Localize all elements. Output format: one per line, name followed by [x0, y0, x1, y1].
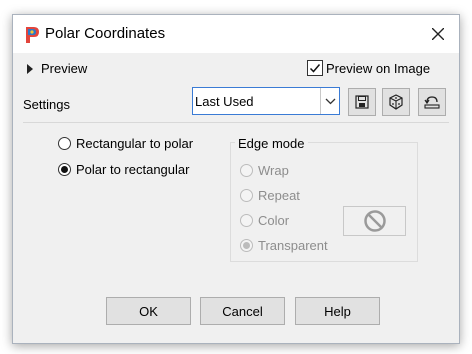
separator: [23, 122, 449, 123]
edge-color-swatch[interactable]: [343, 206, 406, 236]
preview-on-image-checkbox[interactable]: [307, 60, 323, 76]
ok-button[interactable]: OK: [106, 297, 191, 325]
radio-color[interactable]: [240, 214, 253, 227]
cancel-button[interactable]: Cancel: [200, 297, 285, 325]
randomize-button[interactable]: [382, 88, 410, 116]
radio-wrap[interactable]: [240, 164, 253, 177]
transparent-label[interactable]: Transparent: [258, 238, 328, 253]
save-preset-icon: [355, 95, 369, 109]
preview-toggle-label[interactable]: Preview: [41, 61, 87, 76]
color-label[interactable]: Color: [258, 213, 289, 228]
random-settings-icon: [389, 94, 403, 110]
repeat-label[interactable]: Repeat: [258, 188, 300, 203]
title-bar: Polar Coordinates: [13, 15, 459, 53]
help-button[interactable]: Help: [295, 297, 380, 325]
preview-row: Preview Preview on Image: [13, 59, 459, 81]
dialog-title: Polar Coordinates: [45, 25, 166, 42]
close-icon: [432, 28, 444, 40]
expand-triangle-icon[interactable]: [27, 64, 33, 74]
wrap-label[interactable]: Wrap: [258, 163, 289, 178]
chevron-down-icon: [325, 98, 335, 104]
reset-icon: [424, 96, 440, 109]
settings-label: Settings: [23, 97, 70, 112]
preset-dropdown[interactable]: Last Used: [192, 87, 340, 115]
polar-to-rectangular-label[interactable]: Polar to rectangular: [76, 162, 189, 177]
no-color-icon: [363, 210, 386, 232]
save-preset-button[interactable]: [348, 88, 376, 116]
radio-polar-to-rectangular[interactable]: [58, 163, 71, 176]
paintshop-pro-icon: [23, 25, 41, 45]
dropdown-arrow[interactable]: [320, 88, 339, 114]
checkmark-icon: [309, 64, 321, 73]
radio-repeat[interactable]: [240, 189, 253, 202]
preview-on-image-label[interactable]: Preview on Image: [326, 61, 430, 76]
reset-button[interactable]: [418, 88, 446, 116]
close-button[interactable]: [423, 21, 453, 47]
polar-coordinates-dialog: Polar Coordinates Preview Preview on Ima…: [12, 14, 460, 344]
preset-value: Last Used: [195, 94, 254, 109]
edge-mode-title: Edge mode: [235, 136, 308, 151]
radio-transparent[interactable]: [240, 239, 253, 252]
rectangular-to-polar-label[interactable]: Rectangular to polar: [76, 136, 193, 151]
radio-rectangular-to-polar[interactable]: [58, 137, 71, 150]
